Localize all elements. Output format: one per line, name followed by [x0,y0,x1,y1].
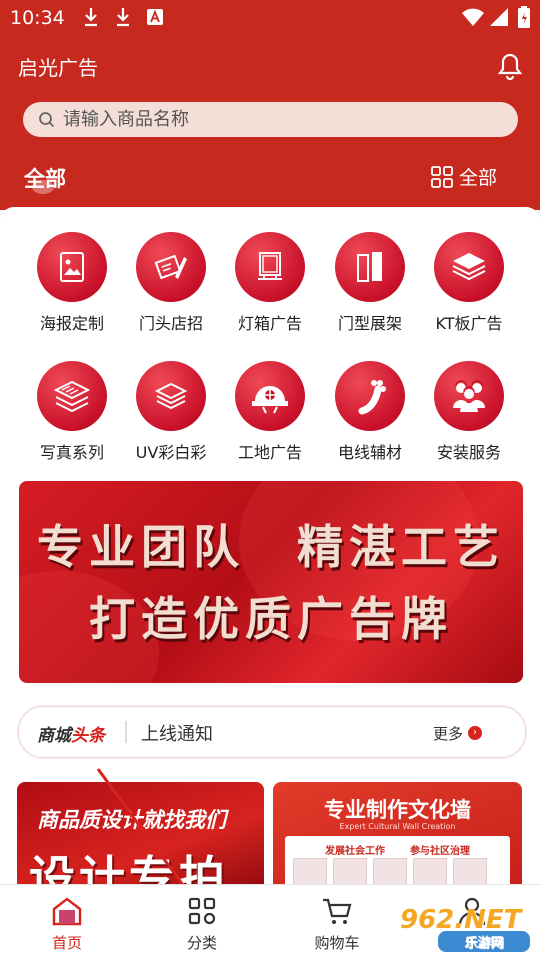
app-notification-icon [147,9,163,25]
chevron-right-icon[interactable]: › [468,726,482,740]
lightbox-icon [235,232,305,302]
uv-print-icon [136,361,206,431]
category-installation[interactable]: 安装服务 [419,361,519,463]
watermark-text: 962.NET [400,905,522,935]
category-kt-board[interactable]: KT板广告 [419,232,519,334]
category-lightbox[interactable]: 灯箱广告 [220,232,320,334]
category-poster[interactable]: 海报定制 [22,232,122,334]
download-icon [117,8,129,27]
category-label: 写真系列 [39,443,104,462]
nav-category[interactable]: 分类 [152,895,252,953]
news-message[interactable]: 上线通知 [141,720,213,746]
grid-icon [431,166,453,188]
photo-print-icon [37,361,107,431]
category-label: 灯箱广告 [237,314,302,333]
promo-card-culture-wall[interactable]: 专业制作文化墙 Expert Cultural Wall Creation 发展… [273,782,522,892]
category-label: 门头店招 [138,314,203,333]
all-categories-button[interactable]: 全部 [431,163,497,190]
promo-banner[interactable]: 专业团队 精湛工艺 打造优质广告牌 [19,481,523,683]
construction-helmet-icon [235,361,305,431]
nav-home[interactable]: 首页 [17,895,117,953]
category-uv-print[interactable]: UV彩白彩 [121,361,221,463]
category-label: 电线辅材 [337,443,402,462]
download-icon [85,8,97,27]
news-ticker[interactable]: 商城头条 上线通知 更多 › [18,706,526,758]
category-label: 海报定制 [39,314,104,333]
nav-cart[interactable]: 购物车 [287,895,387,953]
category-label: 工地广告 [237,443,302,462]
board-heading-right: 参与社区治理 [410,846,470,857]
tab-all[interactable]: 全部 [24,163,66,193]
door-stand-icon [335,232,405,302]
installation-team-icon [434,361,504,431]
storefront-sign-icon [136,232,206,302]
search-icon [39,112,55,128]
category-grid-icon [188,897,216,925]
category-label: 安装服务 [436,443,501,462]
news-brand-suffix: 头条 [71,726,105,746]
banner-line-1: 专业团队 精湛工艺 [37,520,505,574]
wifi-icon [462,8,484,26]
battery-icon [518,6,530,28]
category-construction[interactable]: 工地广告 [220,361,320,463]
home-icon [52,897,82,926]
category-storefront[interactable]: 门头店招 [121,232,221,334]
status-bar: 10:34 [0,0,540,36]
site-watermark: 962.NET 乐游网 [400,905,530,952]
category-door-stand[interactable]: 门型展架 [320,232,420,334]
banner-line-2: 打造优质广告牌 [89,592,453,646]
nav-label: 分类 [186,934,217,952]
promo-card-subtitle: Expert Cultural Wall Creation [339,822,456,831]
news-brand-prefix: 商城 [37,726,71,746]
board-heading-left: 发展社会工作 [325,846,385,857]
category-label: UV彩白彩 [135,443,207,462]
news-divider [125,721,127,743]
search-bar[interactable] [23,102,518,137]
poster-icon [37,232,107,302]
news-more-link[interactable]: 更多 [433,723,463,744]
cart-icon [323,898,352,924]
category-cable[interactable]: 电线辅材 [320,361,420,463]
nav-label: 购物车 [314,934,360,952]
all-categories-label: 全部 [459,167,498,189]
cable-icon [335,361,405,431]
nav-label: 首页 [51,934,82,952]
promo-card-title: 专业制作文化墙 [324,798,471,822]
signal-icon [490,8,508,26]
bell-icon[interactable] [496,52,524,80]
category-photo-print[interactable]: 写真系列 [22,361,122,463]
app-title: 启光广告 [18,56,98,80]
category-label: KT板广告 [435,314,503,333]
status-time: 10:34 [10,7,65,29]
category-label: 门型展架 [337,314,402,333]
kt-board-icon [434,232,504,302]
news-brand: 商城头条 [37,721,105,746]
search-input[interactable] [63,102,503,137]
